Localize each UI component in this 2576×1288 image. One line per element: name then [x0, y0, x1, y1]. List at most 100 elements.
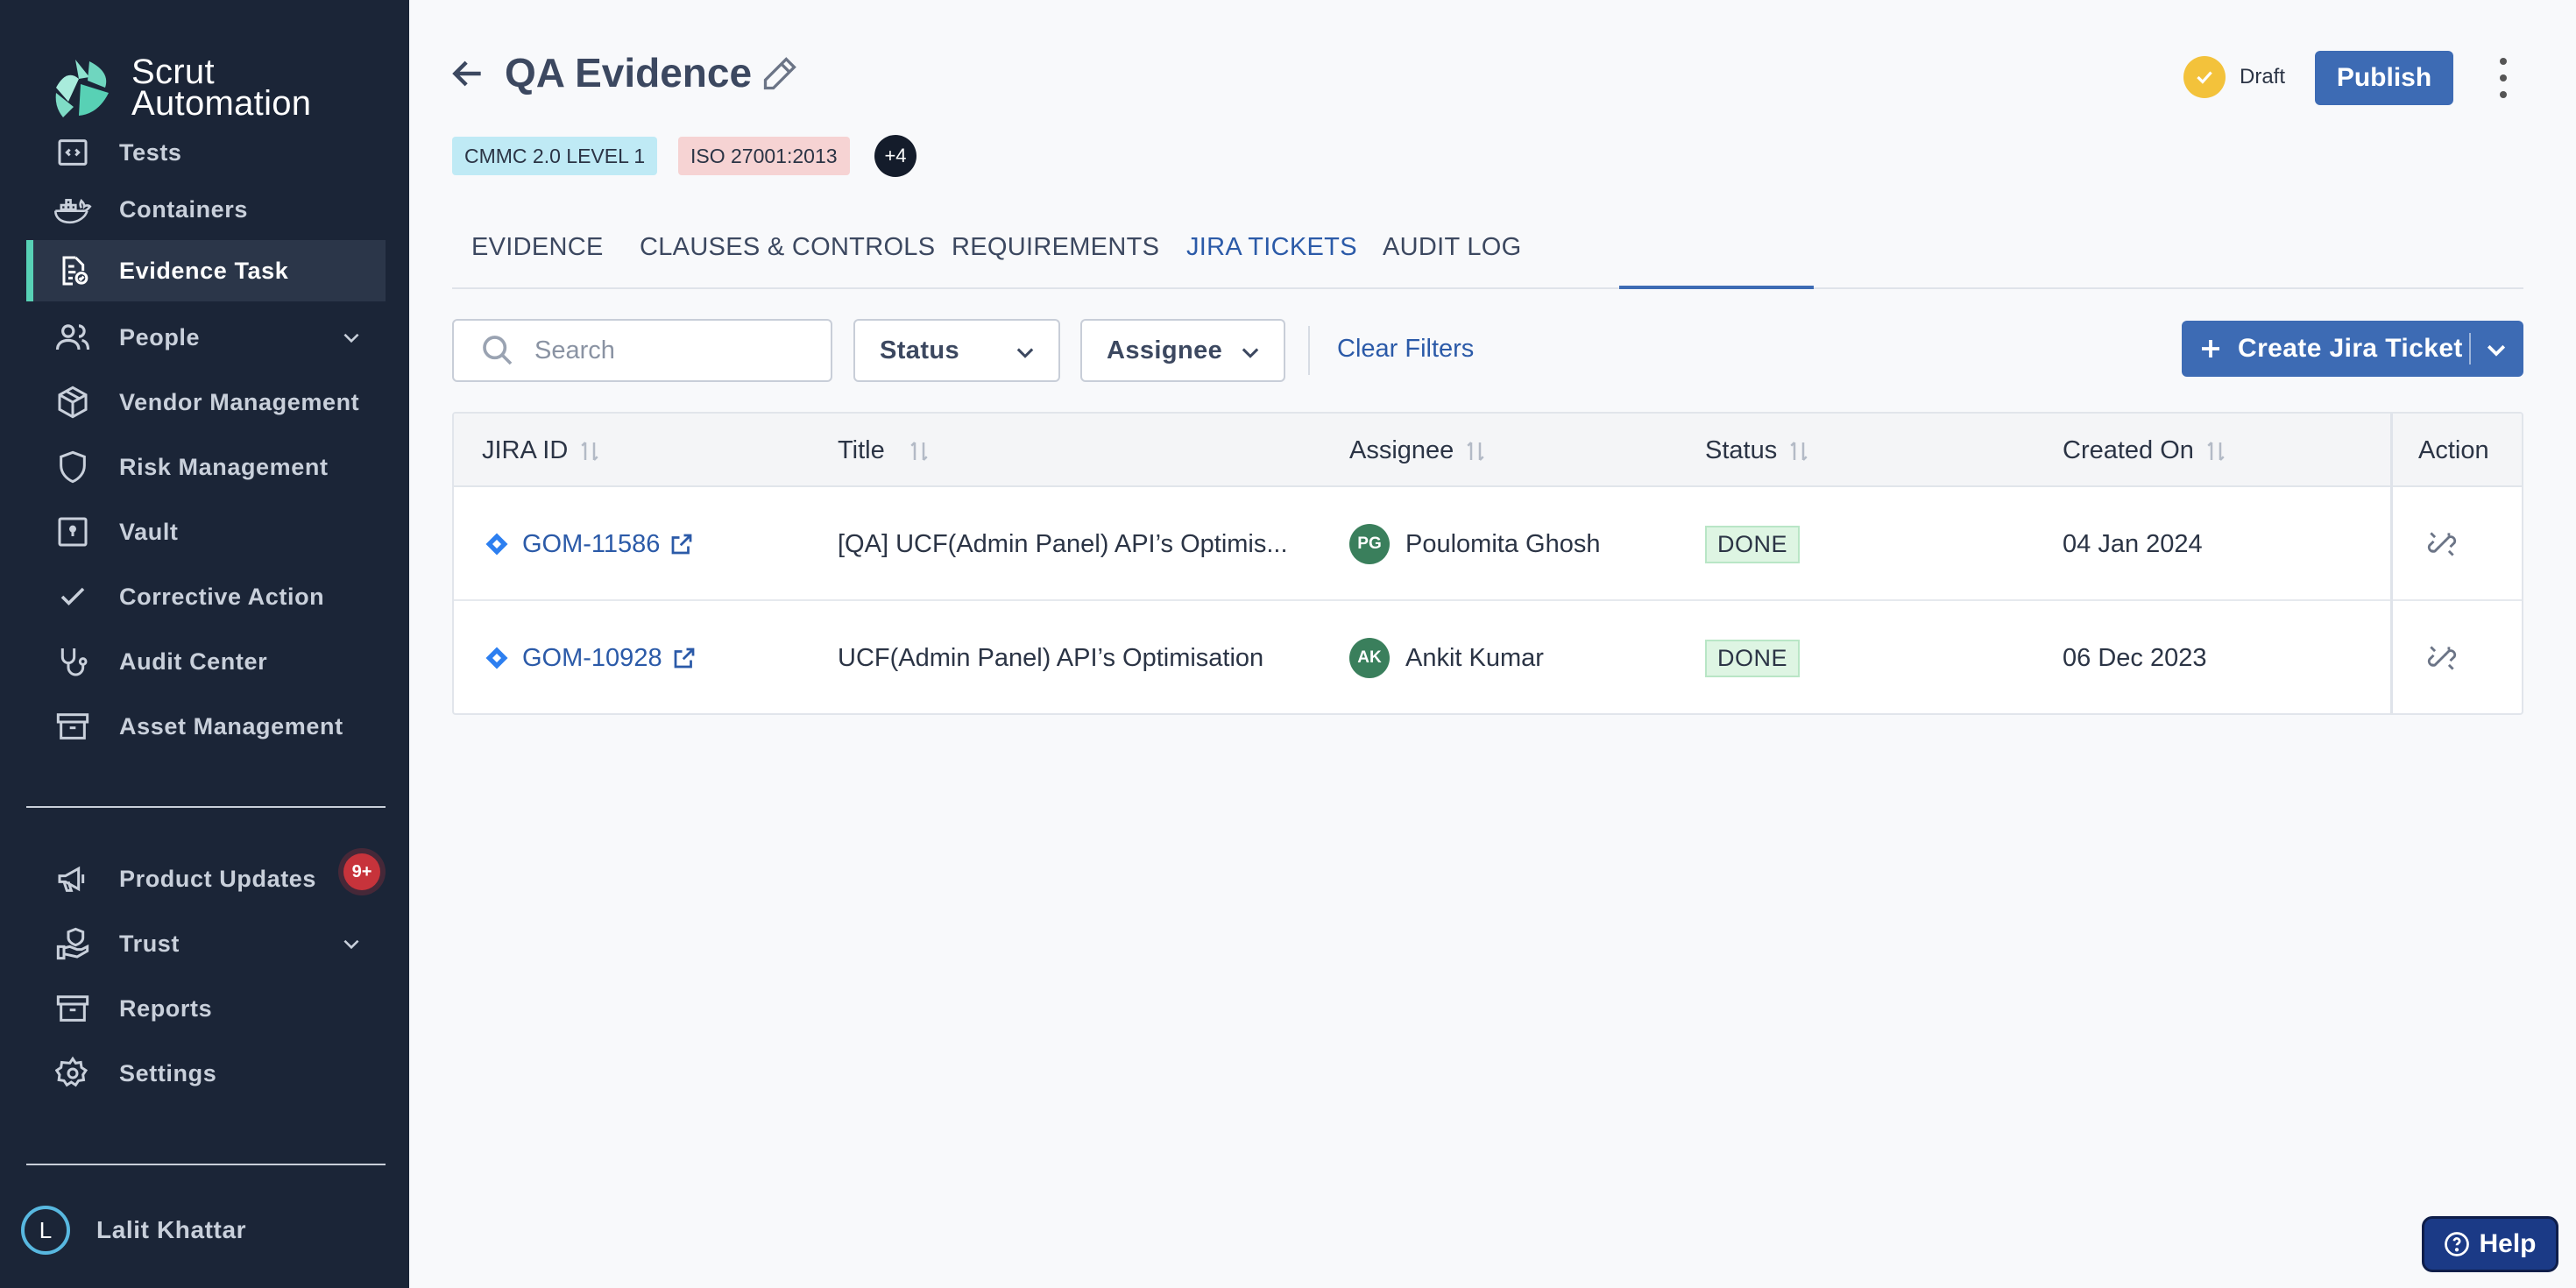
column-header-created-on[interactable]: Created On — [2063, 436, 2227, 465]
sidebar-item-people[interactable]: People — [26, 307, 386, 368]
active-tab-indicator — [1619, 286, 1814, 289]
megaphone-icon — [53, 859, 93, 899]
gear-icon — [53, 1053, 93, 1093]
brand[interactable]: Scrut Automation — [49, 53, 311, 123]
hand-shield-icon — [53, 924, 93, 964]
sidebar-item-vault[interactable]: Vault — [26, 501, 386, 563]
sidebar-item-label: Reports — [119, 994, 213, 1022]
button-split-divider — [2469, 333, 2471, 364]
tab-jira-tickets[interactable]: JIRA TICKETS — [1186, 233, 1357, 262]
tab-clauses-controls[interactable]: CLAUSES & CONTROLS — [640, 233, 935, 262]
tab-audit-log[interactable]: AUDIT LOG — [1383, 233, 1521, 262]
clear-filters-link[interactable]: Clear Filters — [1337, 335, 1474, 364]
table-row: GOM-11586 [QA] UCF(Admin Panel) API’s Op… — [454, 487, 2522, 601]
help-label: Help — [2479, 1229, 2537, 1258]
archive-icon — [53, 988, 93, 1029]
chevron-down-icon — [1016, 348, 1034, 358]
sort-icon[interactable] — [578, 438, 601, 464]
brand-line-1: Scrut — [131, 53, 215, 91]
tab-requirements[interactable]: REQUIREMENTS — [952, 233, 1159, 262]
chevron-down-icon[interactable] — [340, 932, 363, 955]
column-header-jira-id[interactable]: JIRA ID — [482, 436, 601, 465]
unlink-icon[interactable] — [2425, 641, 2459, 675]
sidebar-item-evidence-task[interactable]: Evidence Task — [26, 240, 386, 301]
more-options-icon[interactable] — [2490, 58, 2516, 98]
sidebar-item-label: People — [119, 323, 201, 350]
publish-button[interactable]: Publish — [2315, 51, 2453, 105]
status-cell: DONE — [1705, 601, 1801, 713]
more-tags-badge[interactable]: +4 — [874, 135, 916, 177]
table-header: JIRA ID Title Assignee Status Created On… — [454, 414, 2522, 487]
status-filter-dropdown[interactable]: Status — [853, 319, 1060, 382]
sidebar-item-risk-management[interactable]: Risk Management — [26, 436, 386, 498]
pencil-icon[interactable] — [761, 54, 799, 93]
chevron-down-icon[interactable] — [2483, 336, 2509, 363]
product-updates-badge: 9+ — [343, 853, 380, 890]
sidebar-item-label: Product Updates — [119, 865, 317, 892]
create-jira-ticket-label: Create Jira Ticket — [2238, 334, 2463, 363]
jira-id-link[interactable]: GOM-10928 — [522, 644, 662, 673]
column-header-label: Created On — [2063, 436, 2194, 464]
chevron-down-icon[interactable] — [340, 326, 363, 349]
sidebar-item-label: Containers — [119, 195, 249, 223]
tab-evidence[interactable]: EVIDENCE — [471, 233, 604, 262]
avatar: L — [21, 1206, 70, 1255]
jira-icon — [485, 647, 508, 669]
help-button[interactable]: Help — [2422, 1216, 2558, 1272]
search-input[interactable] — [534, 336, 815, 365]
status-badge: DONE — [1705, 639, 1801, 677]
column-header-label: Status — [1705, 436, 1778, 464]
sort-icon[interactable] — [1787, 438, 1810, 464]
status-badge: DONE — [1705, 525, 1801, 563]
sidebar-item-tests[interactable]: Tests — [26, 126, 386, 179]
external-link-icon[interactable] — [671, 645, 697, 671]
create-jira-ticket-button[interactable]: Create Jira Ticket — [2182, 321, 2523, 377]
brand-line-2: Automation — [131, 84, 312, 123]
stethoscope-icon — [53, 641, 93, 682]
plus-icon — [2202, 340, 2219, 357]
tab-bar: EVIDENCE CLAUSES & CONTROLS REQUIREMENTS… — [452, 219, 2523, 289]
shield-icon — [53, 447, 93, 487]
sort-icon[interactable] — [1464, 438, 1487, 464]
sidebar-item-asset-management[interactable]: Asset Management — [26, 696, 386, 757]
sidebar-item-vendor-management[interactable]: Vendor Management — [26, 372, 386, 433]
sidebar-item-label: Trust — [119, 930, 180, 957]
column-header-action: Action — [2418, 436, 2489, 465]
sidebar-item-containers[interactable]: Containers — [26, 179, 386, 240]
created-on-cell: 06 Dec 2023 — [2063, 643, 2207, 672]
title-cell: UCF(Admin Panel) API’s Optimisation — [838, 643, 1264, 672]
back-arrow-icon[interactable] — [449, 54, 487, 93]
column-header-label: Assignee — [1349, 436, 1454, 464]
filter-divider — [1308, 326, 1310, 375]
user-profile[interactable]: L Lalit Khattar — [21, 1206, 246, 1255]
jira-id-cell: GOM-11586 — [484, 487, 695, 601]
unlink-icon[interactable] — [2425, 527, 2459, 561]
jira-tickets-table: JIRA ID Title Assignee Status Created On… — [452, 412, 2523, 715]
code-window-icon — [53, 132, 93, 173]
sidebar-item-reports[interactable]: Reports — [26, 978, 386, 1039]
sidebar-item-label: Risk Management — [119, 453, 329, 480]
status-badge: Draft — [2240, 65, 2286, 88]
assignee-name: Poulomita Ghosh — [1405, 529, 1601, 558]
sidebar-item-settings[interactable]: Settings — [26, 1043, 386, 1104]
column-header-title[interactable]: Title — [838, 436, 931, 465]
user-name: Lalit Khattar — [96, 1216, 247, 1243]
column-header-status[interactable]: Status — [1705, 436, 1810, 465]
external-link-icon[interactable] — [669, 531, 695, 557]
sort-icon[interactable] — [2204, 438, 2227, 464]
status-filter-label: Status — [880, 336, 960, 364]
jira-icon — [485, 533, 508, 556]
sidebar-item-corrective-action[interactable]: Corrective Action — [26, 566, 386, 627]
sort-icon[interactable] — [908, 438, 931, 464]
search-box[interactable] — [452, 319, 832, 382]
title-cell: [QA] UCF(Admin Panel) API’s Optimis... — [838, 529, 1288, 558]
sidebar-item-label: Vault — [119, 518, 179, 545]
sidebar-item-product-updates[interactable]: Product Updates — [26, 848, 386, 909]
sidebar-item-trust[interactable]: Trust — [26, 913, 386, 974]
sidebar-item-label: Settings — [119, 1059, 217, 1086]
column-header-assignee[interactable]: Assignee — [1349, 436, 1487, 465]
sidebar-item-label: Vendor Management — [119, 388, 360, 415]
assignee-filter-dropdown[interactable]: Assignee — [1080, 319, 1285, 382]
jira-id-link[interactable]: GOM-11586 — [522, 530, 660, 559]
sidebar-item-audit-center[interactable]: Audit Center — [26, 631, 386, 692]
